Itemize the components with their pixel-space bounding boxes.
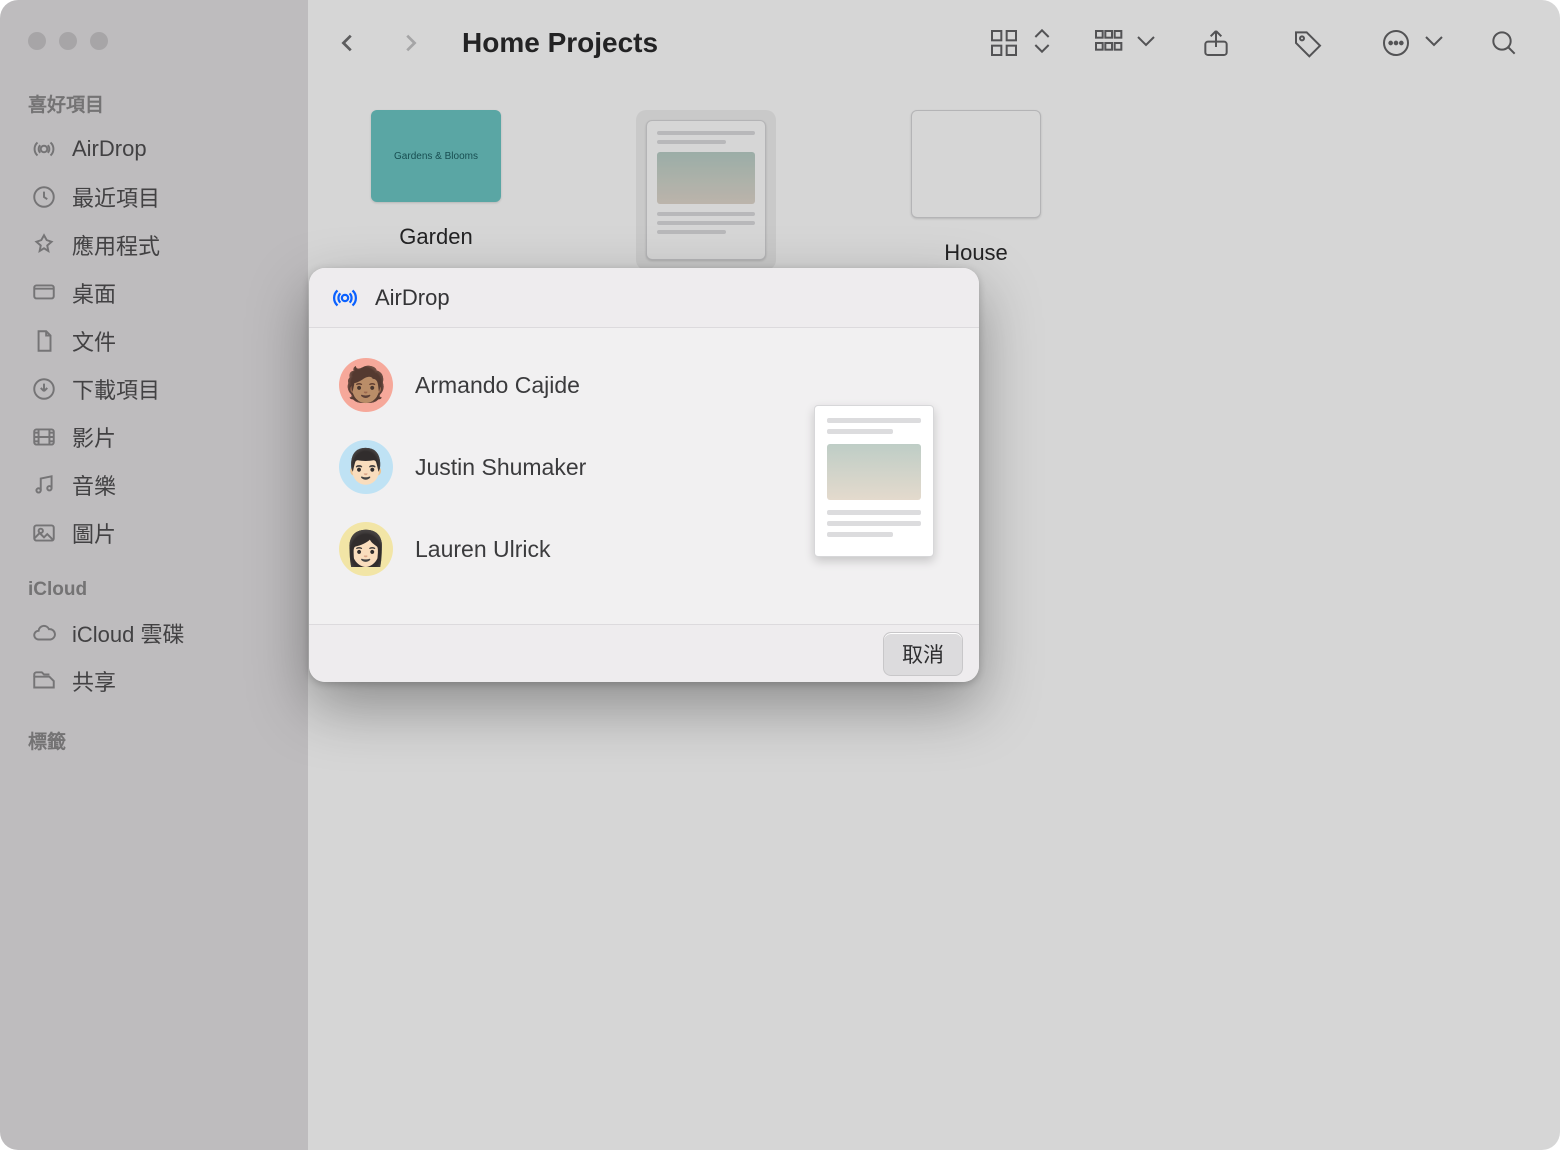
preview-thumbnail: [814, 405, 934, 557]
contact-name: Lauren Ulrick: [415, 536, 551, 563]
avatar: 👨🏻: [339, 440, 393, 494]
sheet-footer: 取消: [309, 624, 979, 682]
airdrop-sheet: AirDrop 🧑🏽 Armando Cajide 👨🏻 Justin Shum…: [309, 268, 979, 682]
sheet-header: AirDrop: [309, 268, 979, 328]
contact-name: Armando Cajide: [415, 372, 580, 399]
airdrop-contact[interactable]: 👩🏻 Lauren Ulrick: [339, 522, 789, 576]
contact-name: Justin Shumaker: [415, 454, 586, 481]
avatar: 👩🏻: [339, 522, 393, 576]
sheet-body: 🧑🏽 Armando Cajide 👨🏻 Justin Shumaker 👩🏻 …: [309, 328, 979, 624]
airdrop-contacts-list: 🧑🏽 Armando Cajide 👨🏻 Justin Shumaker 👩🏻 …: [339, 348, 789, 614]
sheet-title: AirDrop: [375, 285, 450, 311]
share-preview: [789, 348, 959, 614]
avatar: 🧑🏽: [339, 358, 393, 412]
cancel-button[interactable]: 取消: [883, 632, 963, 676]
airdrop-contact[interactable]: 🧑🏽 Armando Cajide: [339, 358, 789, 412]
finder-window: 喜好項目 AirDrop 最近項目 應用程式: [0, 0, 1560, 1150]
airdrop-contact[interactable]: 👨🏻 Justin Shumaker: [339, 440, 789, 494]
airdrop-icon: [329, 282, 361, 314]
